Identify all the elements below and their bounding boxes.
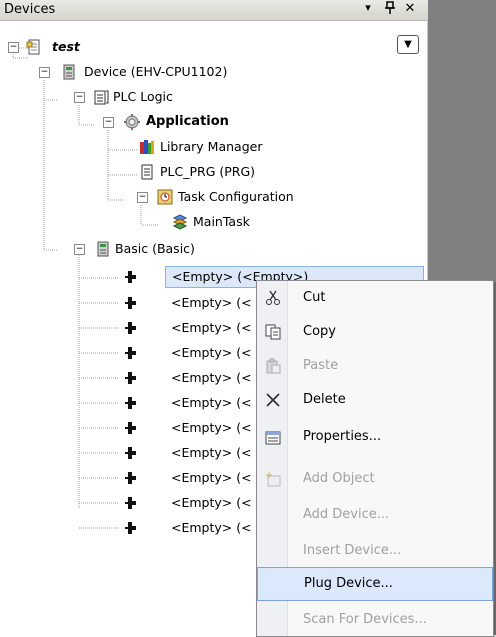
empty-slot-plug-icon [125,372,136,384]
tree-item-empty-slot[interactable]: <Empty> (< [120,417,260,439]
tree-item-test[interactable]: − test [0,36,200,58]
collapse-icon[interactable]: − [137,192,148,203]
empty-slot-plug-icon [125,522,136,534]
empty-slot-plug-icon [125,422,136,434]
menu-item-properties[interactable]: Properties... [257,420,493,454]
copy-icon [265,324,281,340]
tree-item-plc-logic[interactable]: − PLC Logic [0,86,300,108]
tree-label-application: Application [146,114,229,129]
add-object-icon [266,472,281,487]
tree-item-empty-slot[interactable]: <Empty> (< [120,492,260,514]
tree-item-empty-slot[interactable]: <Empty> (< [120,292,260,314]
menu-label: Properties... [303,429,382,444]
menu-label: Paste [303,358,339,373]
menu-label: Cut [303,290,326,305]
menu-item-paste[interactable]: Paste [257,349,493,383]
context-menu: Cut Copy Paste Delete Properties... Add … [256,280,494,637]
main-task-icon [172,214,188,230]
project-icon [26,39,40,55]
collapse-icon[interactable]: − [8,42,19,53]
tree-label-task-configuration: Task Configuration [178,189,294,204]
empty-slot-plug-icon [125,447,136,459]
tree-item-empty-slot[interactable]: <Empty> (< [120,342,260,364]
menu-label: Copy [303,324,336,339]
slot-label: <Empty> (< [171,345,252,360]
plc-logic-icon [94,90,109,105]
empty-slot-plug-icon [125,472,136,484]
tree-label-basic: Basic (Basic) [115,241,195,256]
empty-slot-plug-icon [125,322,136,334]
tree-item-empty-slot[interactable]: <Empty> (< [120,392,260,414]
empty-slot-plug-icon [125,297,136,309]
scissors-icon [266,290,280,305]
tree-item-empty-slot[interactable]: <Empty> (< [120,467,260,489]
tree-item-library-manager[interactable]: Library Manager [0,136,320,158]
slot-label: <Empty> (< [171,420,252,435]
tree-label-plc-prg: PLC_PRG (PRG) [160,164,256,179]
slot-label: <Empty> (< [171,470,252,485]
slot-label: <Empty> (< [171,320,252,335]
tree-label-plc-logic: PLC Logic [113,89,173,104]
slot-label: <Empty> (< [171,495,252,510]
tree-label-library-manager: Library Manager [160,139,263,154]
menu-item-add-device[interactable]: Add Device... [257,498,493,532]
slot-label: <Empty> (< [171,295,252,310]
menu-label: Insert Device... [303,543,402,558]
device-icon [97,241,109,257]
tree-item-plc-prg[interactable]: PLC_PRG (PRG) [0,161,320,183]
tree-item-task-configuration[interactable]: − Task Configuration [0,186,320,208]
application-gear-icon [124,114,140,130]
menu-label: Add Object [303,471,375,486]
delete-icon [266,393,280,407]
paste-icon [266,358,281,374]
collapse-icon[interactable]: − [103,117,114,128]
menu-label: Plug Device... [304,576,393,591]
slot-label: <Empty> (< [171,395,252,410]
tree-item-application[interactable]: − Application [0,111,300,133]
empty-slot-plug-icon [125,271,136,283]
empty-slot-plug-icon [125,347,136,359]
collapse-icon[interactable]: − [39,67,50,78]
menu-item-cut[interactable]: Cut [257,281,493,315]
library-books-icon [140,140,154,154]
menu-item-add-object[interactable]: Add Object [257,462,493,496]
slot-label: <Empty> (< [171,445,252,460]
collapse-icon[interactable]: − [74,92,85,103]
menu-item-plug-device[interactable]: Plug Device... [257,567,493,601]
menu-item-copy[interactable]: Copy [257,315,493,349]
tree-label-main-task: MainTask [193,214,250,229]
tree-label-device: Device (EHV-CPU1102) [84,64,228,79]
menu-label: Delete [303,392,346,407]
menu-item-scan-for-devices[interactable]: Scan For Devices... [257,603,493,637]
menu-item-delete[interactable]: Delete [257,383,493,417]
menu-item-insert-device[interactable]: Insert Device... [257,534,493,568]
empty-slot-plug-icon [125,397,136,409]
tree-label-test: test [52,39,80,54]
tree-item-device[interactable]: − Device (EHV-CPU1102) [0,61,300,83]
program-file-icon [141,164,153,180]
tree-item-empty-slot[interactable]: <Empty> (< [120,517,260,539]
slot-label: <Empty> (< [171,520,252,535]
empty-slot-plug-icon [125,497,136,509]
collapse-icon[interactable]: − [74,244,85,255]
tree-item-empty-slot[interactable]: <Empty> (< [120,317,260,339]
device-icon [63,64,75,80]
task-configuration-icon [157,189,173,205]
menu-label: Add Device... [303,507,390,522]
tree-item-empty-slot[interactable]: <Empty> (< [120,442,260,464]
tree-item-empty-slot[interactable]: <Empty> (< [120,367,260,389]
slot-label: <Empty> (< [171,370,252,385]
tree-item-basic[interactable]: − Basic (Basic) [0,238,300,260]
properties-icon [265,431,281,445]
tree-item-main-task[interactable]: MainTask [0,211,320,233]
menu-label: Scan For Devices... [303,612,427,627]
